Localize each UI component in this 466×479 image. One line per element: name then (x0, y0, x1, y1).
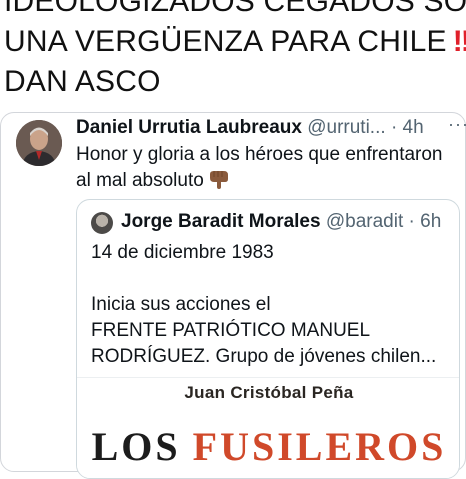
pointing-down-hand-icon (209, 171, 228, 189)
quote-text: 14 de diciembre 1983 Inicia sus acciones… (91, 240, 457, 370)
quote-separator: · (408, 211, 415, 232)
caption-line-2-text: UNA VERGÜENZA PARA CHILE (4, 25, 447, 58)
book-title: LOS FUSILEROS (77, 424, 459, 469)
author-name[interactable]: Daniel Urrutia Laubreaux (76, 117, 302, 138)
quote-author-handle[interactable]: @baradit (326, 211, 403, 232)
separator: · (390, 117, 398, 138)
book-title-word-2: FUSILEROS (192, 424, 447, 469)
tweet-text: Honor y gloria a los héroes que enfrenta… (76, 142, 458, 194)
quoted-tweet[interactable]: Jorge Baradit Morales @baradit · 6h 14 d… (76, 199, 460, 479)
quote-author-name[interactable]: Jorge Baradit Morales (121, 211, 321, 232)
tweet-header: Daniel Urrutia Laubreaux @urruti... · 4h (76, 116, 462, 140)
post-caption: IDEOLOGIZADOS CEGADOS SON UNA VERGÜENZA … (4, 0, 466, 102)
tweet-body: Honor y gloria a los héroes que enfrenta… (76, 144, 443, 191)
quote-body-line-1: Inicia sus acciones el (91, 294, 271, 315)
quote-header: Jorge Baradit Morales @baradit · 6h (121, 210, 459, 234)
caption-line-3: DAN ASCO (4, 65, 161, 98)
caption-line-1: IDEOLOGIZADOS CEGADOS SON (4, 0, 466, 18)
quote-body-line-3: RODRÍGUEZ. Grupo de jóvenes chilen... (91, 346, 437, 367)
tweet-age[interactable]: 4h (403, 117, 424, 138)
author-handle[interactable]: @urruti... (307, 117, 385, 138)
avatar[interactable] (16, 120, 62, 166)
double-exclamation-icon: !! (452, 25, 466, 58)
quote-avatar[interactable] (91, 212, 113, 234)
book-author: Juan Cristóbal Peña (184, 383, 354, 402)
avatar-portrait-icon (16, 120, 62, 166)
quote-age[interactable]: 6h (420, 211, 441, 232)
book-title-word-1: LOS (91, 424, 181, 469)
quote-body-line-2: FRENTE PATRIÓTICO MANUEL (91, 320, 371, 341)
caption-line-2: UNA VERGÜENZA PARA CHILE!! (4, 22, 466, 62)
more-options-icon[interactable]: ··· (448, 114, 466, 135)
quote-date-line: 14 de diciembre 1983 (91, 242, 274, 263)
